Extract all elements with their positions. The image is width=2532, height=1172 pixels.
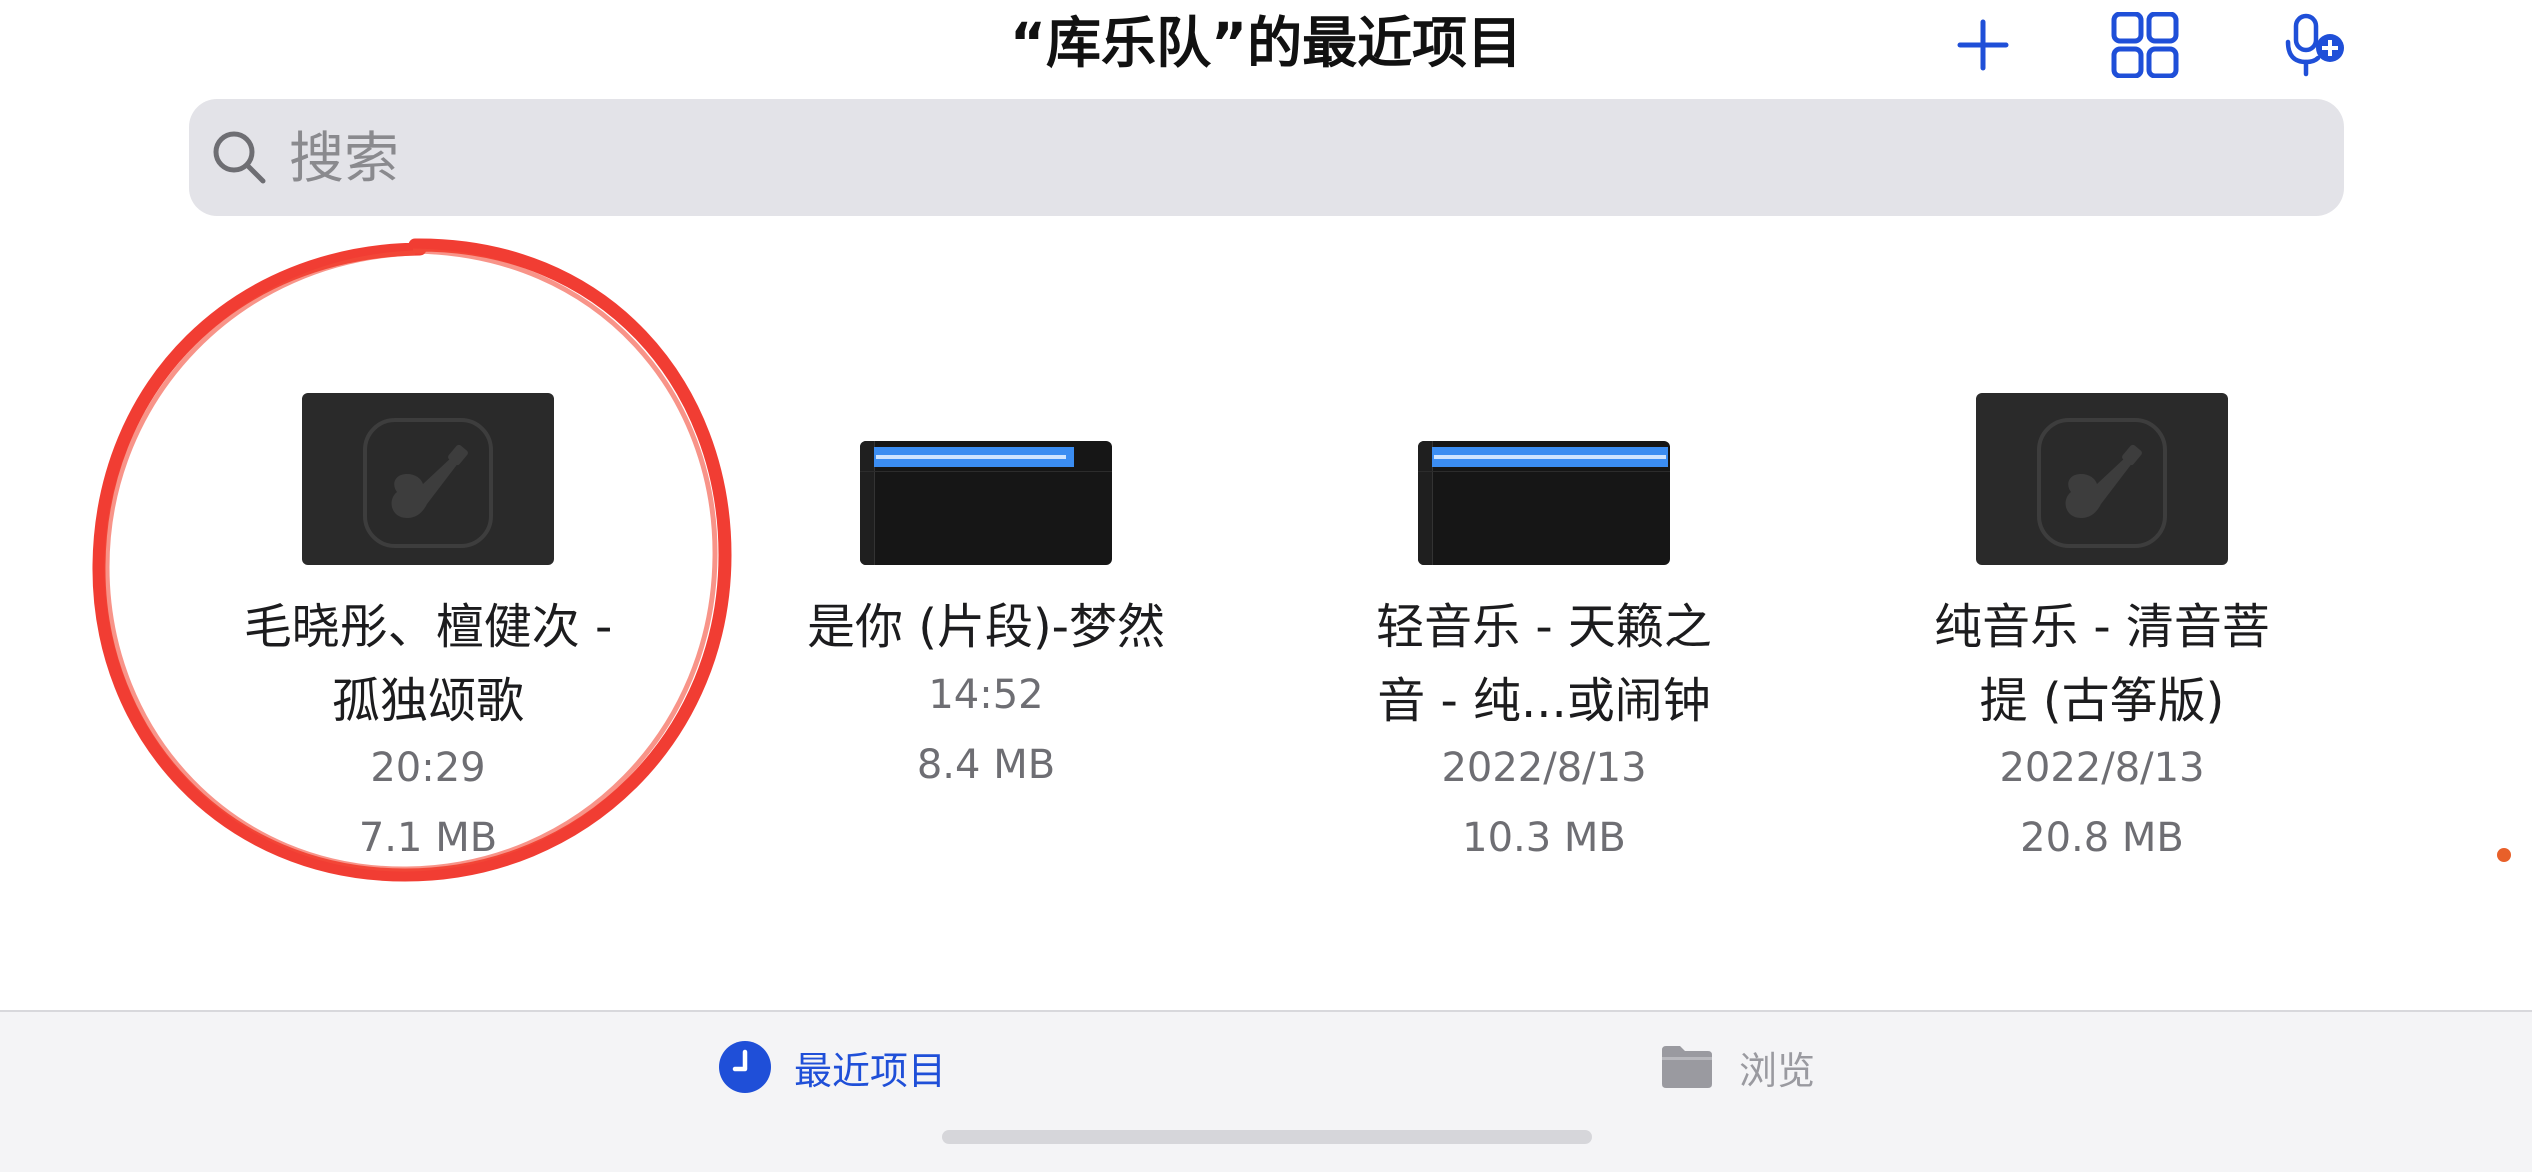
project-date: 14:52 [928, 672, 1044, 718]
mic-add-icon [2285, 13, 2344, 77]
project-name: 毛晓彤、檀健次 - [243, 599, 613, 655]
project-date: 2022/8/13 [1441, 745, 1647, 791]
project-date: 2022/8/13 [1999, 745, 2205, 791]
edge-indicator-dot [2497, 848, 2511, 862]
project-thumbnail[interactable] [302, 393, 554, 565]
tab-browse[interactable]: 浏览 [1657, 1032, 1815, 1102]
view-mode-button[interactable] [2110, 12, 2180, 78]
search-icon [213, 131, 266, 184]
search-input[interactable] [287, 117, 2191, 199]
project-name: 轻音乐 - 天籁之 [1376, 599, 1712, 655]
tab-recents[interactable]: 最近项目 [718, 1032, 946, 1102]
project-date: 20:29 [370, 745, 486, 791]
audio-track-preview[interactable] [860, 441, 1112, 565]
project-name: 纯音乐 - 清音菩 [1934, 599, 2270, 655]
project-size: 8.4 MB [916, 742, 1056, 788]
garageband-app-icon [2037, 418, 2167, 548]
home-indicator [942, 1130, 1592, 1144]
add-button[interactable] [1948, 12, 2018, 78]
clock-icon [719, 1041, 771, 1093]
search-bar[interactable] [189, 99, 2344, 216]
project-name: 是你 (片段)-梦然 [806, 599, 1166, 655]
tab-browse-label: 浏览 [1739, 1048, 1816, 1093]
project-size: 10.3 MB [1462, 815, 1626, 861]
project-name: 提 (古筝版) [1979, 673, 2225, 729]
tab-recents-label: 最近项目 [794, 1048, 947, 1093]
tab-bar: 最近项目 浏览 [0, 1010, 2532, 1172]
project-thumbnail[interactable] [1976, 393, 2228, 565]
folder-icon [1662, 1046, 1712, 1088]
garageband-app-icon [363, 418, 493, 548]
record-audio-button[interactable] [2280, 12, 2350, 78]
grid-view-icon [2111, 12, 2179, 78]
project-name: 孤独颂歌 [331, 673, 524, 729]
project-size: 20.8 MB [2020, 815, 2184, 861]
project-name: 音 - 纯...或闹钟 [1377, 673, 1711, 729]
plus-icon [1957, 19, 2009, 71]
audio-track-preview[interactable] [1418, 441, 1670, 565]
project-size: 7.1 MB [358, 815, 498, 861]
